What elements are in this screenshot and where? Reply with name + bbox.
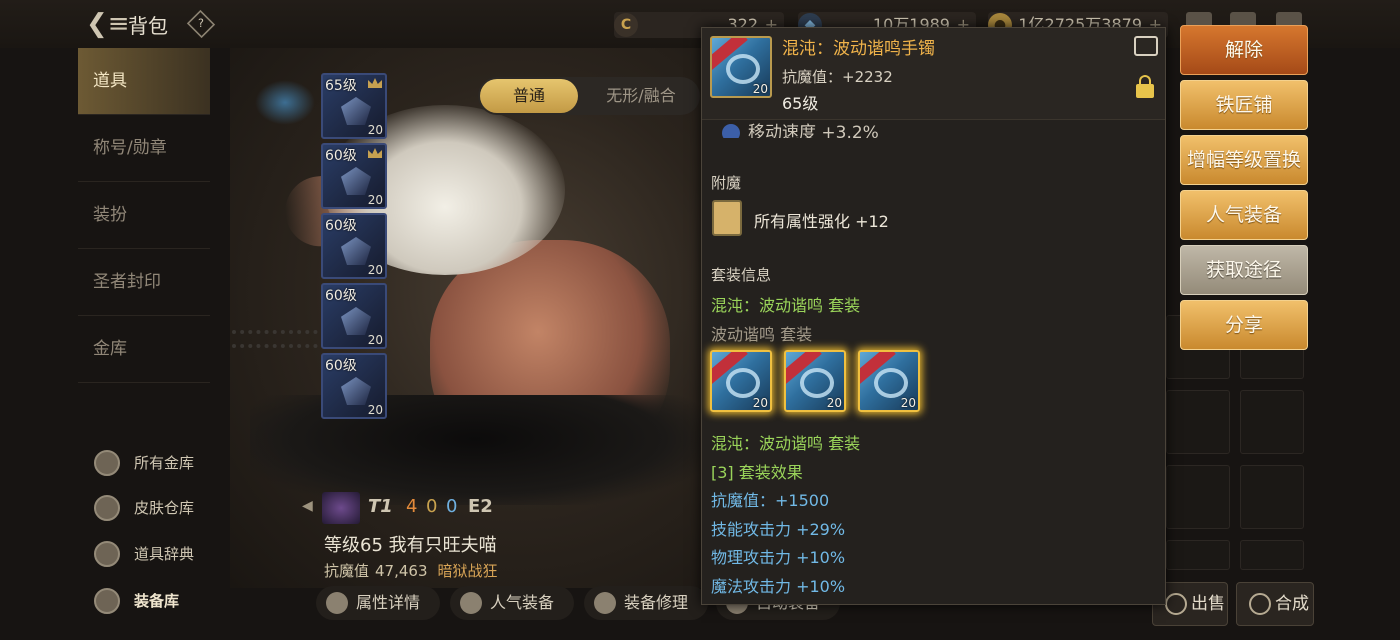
sell-icon (1165, 593, 1187, 615)
lock-icon[interactable] (1136, 75, 1154, 98)
set-piece-icon[interactable]: 20 (858, 350, 920, 412)
inventory-cell[interactable] (1240, 465, 1304, 529)
badge-value: 4 (406, 496, 418, 517)
gear-gem-icon (341, 167, 371, 195)
item-stat: 抗魔值：+2232 (782, 68, 893, 86)
tab-fusion[interactable]: 无形/融合 (586, 77, 696, 115)
popular-icon (460, 592, 482, 614)
gear-gem-icon (341, 307, 371, 335)
popular-gear-button[interactable]: 人气装备 (1180, 190, 1308, 240)
combine-button[interactable]: 合成 (1236, 582, 1314, 626)
item-level: 65级 (782, 94, 819, 113)
attribute-details-button[interactable]: 属性详情 (316, 586, 440, 620)
sub-item-all-vaults[interactable]: 所有金库 (90, 446, 220, 480)
sub-item-armory[interactable]: 装备库 (90, 584, 220, 618)
bracelet-icon: 20 (710, 36, 772, 98)
character-badges: ◀ T1 4 0 0 E2 (302, 492, 502, 524)
avatar[interactable] (322, 492, 360, 524)
speed-icon (722, 124, 740, 138)
enchant-text: 所有属性强化 +12 (754, 212, 889, 231)
sidebar-item-items[interactable]: 道具 (78, 48, 210, 115)
unequip-button[interactable]: 解除 (1180, 25, 1308, 75)
sidebar-item-avatar[interactable]: 装扮 (78, 182, 210, 249)
back-arrow-icon[interactable]: ❮≡ (86, 8, 130, 40)
equipment-slot[interactable]: 60级 20 (321, 283, 387, 349)
item-name: 混沌：波动谐鸣手镯 (782, 39, 935, 59)
set-name: 混沌：波动谐鸣 套装 (711, 434, 861, 453)
set-info-title: 套装信息 (711, 266, 772, 284)
character-feathers (250, 395, 700, 505)
page-title: 背包 (128, 14, 168, 38)
inventory-cell[interactable] (1240, 540, 1304, 570)
set-effect-line: 物理攻击力 +10% (711, 548, 846, 567)
e-badge: E2 (468, 496, 493, 517)
skin-warehouse-icon (94, 495, 120, 521)
badge-value: 0 (426, 496, 438, 517)
sidebar: 道具 称号/勋章 装扮 圣者封印 金库 (78, 48, 210, 383)
attribute-icon (326, 592, 348, 614)
equipment-slot[interactable]: 65级 20 (321, 73, 387, 139)
badge-value: 0 (446, 496, 458, 517)
set-piece-icon[interactable]: 20 (784, 350, 846, 412)
obtain-source-button[interactable]: 获取途径 (1180, 245, 1308, 295)
set-name: 混沌：波动谐鸣 套装 (711, 296, 861, 315)
gear-gem-icon (341, 377, 371, 405)
inventory-cell[interactable] (1166, 540, 1230, 570)
enchant-title: 附魔 (711, 174, 742, 192)
enchant-card-icon (712, 200, 742, 236)
tooltip-header: 20 混沌：波动谐鸣手镯 抗魔值：+2232 65级 (702, 28, 1165, 120)
equipment-tab-toggle: 普通 无形/融合 (478, 77, 700, 115)
share-icon[interactable] (1134, 36, 1158, 56)
set-piece-icon[interactable]: 20 (710, 350, 772, 412)
sidebar-item-vault[interactable]: 金库 (78, 316, 210, 383)
sidebar-item-seal[interactable]: 圣者封印 (78, 249, 210, 316)
blacksmith-button[interactable]: 铁匠铺 (1180, 80, 1308, 130)
character-name: 等级65 我有只旺夫喵 (324, 535, 497, 556)
anvil-icon (594, 592, 616, 614)
equipment-slot[interactable]: 60级 20 (321, 353, 387, 419)
c-coin-icon: C (614, 13, 638, 37)
flame-effect (255, 80, 315, 125)
inventory-cell[interactable] (1240, 390, 1304, 454)
dictionary-icon (94, 541, 120, 567)
gear-gem-icon (341, 237, 371, 265)
prev-character-icon[interactable]: ◀ (302, 498, 313, 514)
item-tooltip: 20 混沌：波动谐鸣手镯 抗魔值：+2232 65级 移动速度 +3.2% 附魔… (701, 27, 1166, 605)
set-effect-line: 魔法攻击力 +10% (711, 577, 846, 596)
set-effect-line: 抗魔值：+1500 (711, 491, 830, 510)
gear-gem-icon (341, 97, 371, 125)
tab-normal[interactable]: 普通 (480, 79, 578, 113)
sub-item-dictionary[interactable]: 道具辞典 (90, 537, 220, 571)
set-name: 波动谐鸣 套装 (711, 325, 813, 344)
vault-icon (94, 450, 120, 476)
inventory-cell[interactable] (1166, 390, 1230, 454)
inventory-cell[interactable] (1166, 465, 1230, 529)
equipment-slot[interactable]: 60级 20 (321, 213, 387, 279)
tier-badge: T1 (368, 496, 393, 517)
crown-icon (368, 148, 382, 158)
set-effect-title: [3] 套装效果 (711, 463, 803, 482)
help-icon[interactable]: ? (186, 9, 216, 39)
repair-button[interactable]: 装备修理 (584, 586, 708, 620)
clipped-stat: 移动速度 +3.2% (722, 118, 879, 138)
sidebar-item-titles[interactable]: 称号/勋章 (78, 115, 210, 182)
share-button[interactable]: 分享 (1180, 300, 1308, 350)
star-icon (1249, 593, 1271, 615)
armor-icon (94, 588, 120, 614)
sub-item-skin-warehouse[interactable]: 皮肤仓库 (90, 491, 220, 525)
amplify-transfer-button[interactable]: 增幅等级置换 (1180, 135, 1308, 185)
set-effect-line: 技能攻击力 +29% (711, 520, 846, 539)
crown-icon (368, 78, 382, 88)
equipment-slot[interactable]: 60级 20 (321, 143, 387, 209)
character-stats: 抗魔值 47,463 暗狱战狂 (324, 562, 498, 580)
popular-equipment-button[interactable]: 人气装备 (450, 586, 574, 620)
